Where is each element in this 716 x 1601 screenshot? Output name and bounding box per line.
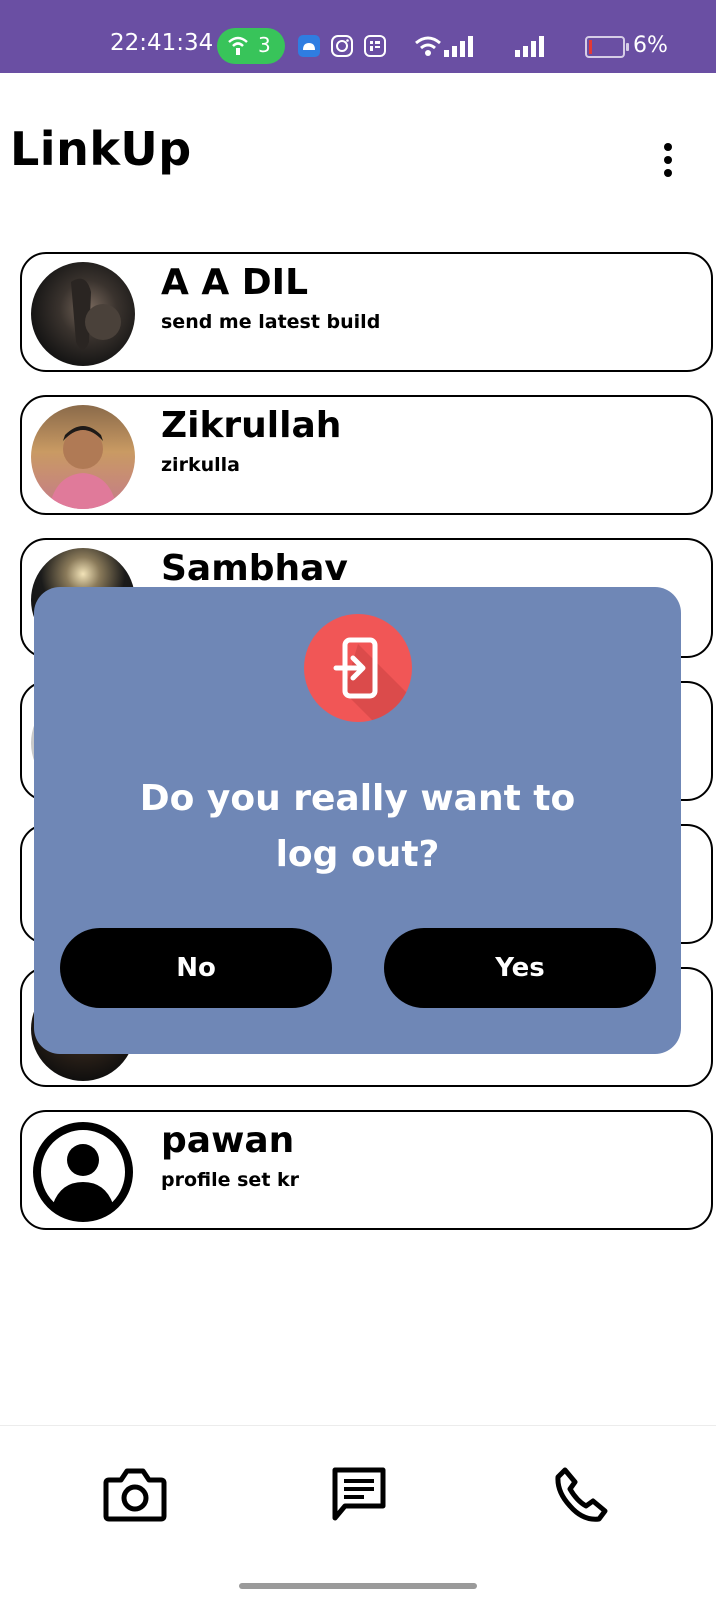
dialog-message-line: Do you really want to — [139, 778, 576, 819]
chat-item-a-a-dil[interactable]: A A DIL send me latest build — [20, 252, 713, 372]
chat-name: Sambhav — [161, 548, 348, 589]
chat-name: Zikrullah — [161, 405, 342, 446]
more-vert-icon[interactable] — [660, 143, 676, 179]
instagram-icon — [331, 35, 353, 57]
signal-icon — [515, 36, 544, 57]
camera-icon[interactable] — [103, 1466, 167, 1522]
app-title: LinkUp — [10, 122, 192, 176]
hotspot-count: 3 — [258, 33, 271, 57]
logout-dialog: Do you really want to log out? No Yes — [34, 587, 681, 1054]
status-bar: 22:41:34 3 6% — [0, 0, 716, 73]
chat-name: A A DIL — [161, 262, 309, 303]
battery-icon — [585, 36, 629, 58]
default-avatar-icon — [31, 1120, 135, 1224]
chat-icon[interactable] — [331, 1466, 387, 1522]
bottom-nav — [0, 1425, 716, 1601]
no-button[interactable]: No — [60, 928, 332, 1008]
status-time: 22:41:34 — [110, 30, 214, 56]
android-icon — [298, 35, 320, 57]
avatar — [31, 262, 135, 366]
dialog-message-line: log out? — [275, 834, 440, 875]
logout-icon — [304, 614, 412, 722]
chat-last-message: zirkulla — [161, 454, 240, 476]
chat-item-zikrullah[interactable]: Zikrullah zirkulla — [20, 395, 713, 515]
chat-last-message: profile set kr — [161, 1169, 300, 1191]
chat-last-message: send me latest build — [161, 311, 381, 333]
battery-percent: 6% — [633, 33, 668, 58]
yes-button[interactable]: Yes — [384, 928, 656, 1008]
chat-item-pawan[interactable]: pawan profile set kr — [20, 1110, 713, 1230]
avatar — [31, 405, 135, 509]
wifi-icon — [415, 36, 473, 57]
hotspot-badge: 3 — [217, 28, 285, 64]
hotspot-icon — [228, 36, 248, 55]
app-icon — [364, 35, 386, 57]
phone-icon[interactable] — [553, 1466, 609, 1522]
chat-name: pawan — [161, 1120, 295, 1161]
home-indicator[interactable] — [239, 1583, 477, 1589]
dialog-message: Do you really want to log out? — [34, 771, 681, 883]
